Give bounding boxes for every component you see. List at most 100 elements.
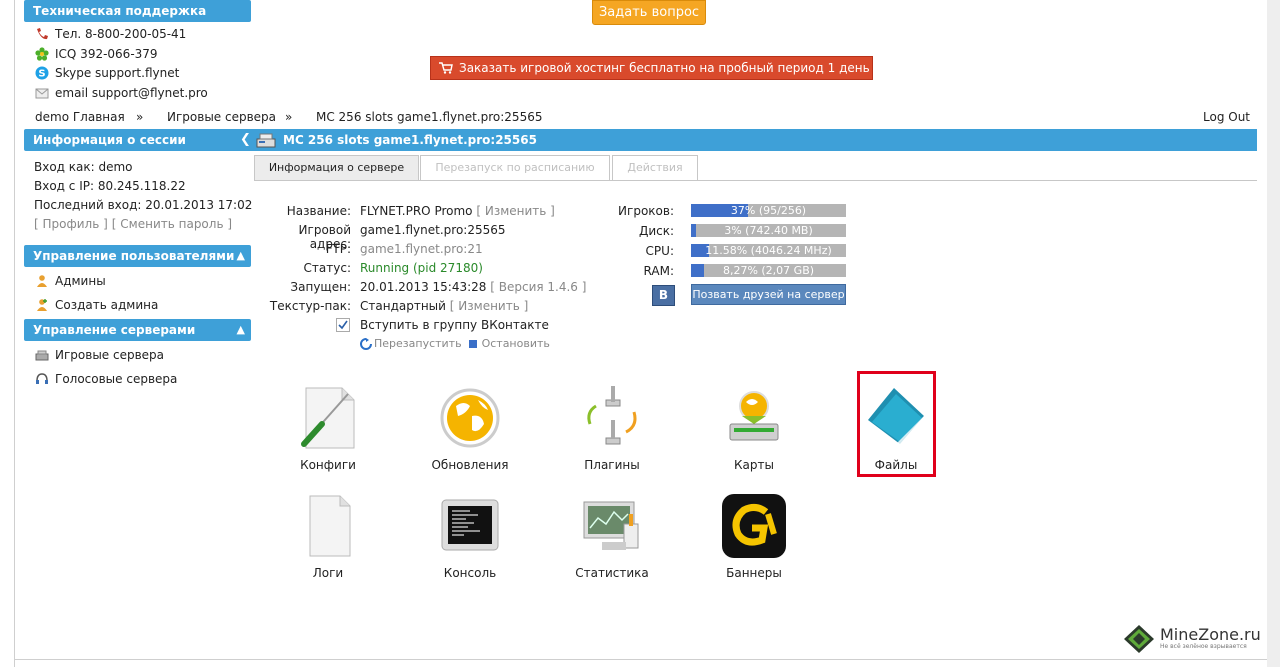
support-panel-title: Техническая поддержка (24, 0, 251, 22)
globe-icon (438, 386, 502, 450)
tab-server-info[interactable]: Информация о сервере (254, 155, 419, 180)
users-panel-title[interactable]: Управление пользователями ▲ (24, 245, 251, 267)
maps-label: Карты (734, 458, 774, 472)
plugins-icon (580, 386, 644, 450)
skype-icon: S (35, 66, 49, 80)
stop-icon (468, 339, 477, 348)
cpu-label: CPU: (645, 244, 674, 258)
ask-question-button[interactable]: Задать вопрос (592, 0, 706, 25)
scrollbar[interactable] (1267, 0, 1280, 667)
sidebar-item-create-admin[interactable]: Создать админа (35, 298, 158, 312)
svg-text:S: S (38, 69, 45, 80)
users-panel-title-text: Управление пользователями (33, 249, 235, 263)
server-name-value: FLYNET.PRO Promo (360, 204, 473, 218)
session-last-login: Последний вход: 20.01.2013 17:02 (34, 198, 253, 212)
disk-label: Диск: (638, 224, 674, 238)
cpu-progress-text: 11.58% (4046.24 MHz) (705, 244, 832, 257)
banners-logo-icon (722, 494, 786, 558)
console-tile[interactable]: Консоль (410, 494, 530, 580)
tab-scheduled-restart[interactable]: Перезапуск по расписанию (420, 155, 610, 180)
session-panel-title: Информация о сессии (24, 129, 251, 151)
plugins-tile[interactable]: Плагины (552, 386, 672, 472)
maps-tile[interactable]: Карты (694, 386, 814, 472)
change-password-link[interactable]: [ Сменить пароль ] (112, 217, 232, 231)
support-skype-text: Skype support.flynet (55, 66, 180, 80)
watermark-logo: MineZone.ru Не всё зелёное взрывается (1120, 621, 1270, 657)
players-label: Игроков: (618, 204, 674, 218)
edit-texture-link[interactable]: [ Изменить ] (450, 299, 529, 313)
version-link[interactable]: [ Версия 1.4.6 ] (490, 280, 586, 294)
ram-progress-text: 8,27% (2,07 GB) (722, 264, 815, 277)
chevron-up-icon[interactable]: ▲ (237, 319, 245, 341)
logs-document-icon (296, 494, 360, 558)
status-label: Статус: (303, 261, 351, 275)
updates-label: Обновления (431, 458, 509, 472)
chevron-up-icon[interactable]: ▲ (237, 245, 245, 267)
envelope-icon (35, 88, 49, 99)
disk-progress-bar: 3% (742.40 MB) (691, 224, 846, 237)
sidebar-item-label: Голосовые сервера (55, 372, 178, 386)
configs-label: Конфиги (300, 458, 356, 472)
support-email-text[interactable]: email support@flynet.pro (55, 86, 208, 100)
chevron-left-icon[interactable]: ❮ (240, 129, 251, 151)
sidebar-item-admins[interactable]: Админы (35, 274, 106, 288)
statistics-tile[interactable]: Статистика (552, 494, 672, 580)
updates-tile[interactable]: Обновления (410, 386, 530, 472)
sidebar-item-label: Админы (55, 274, 106, 288)
logs-tile[interactable]: Логи (268, 494, 388, 580)
servers-panel-title-text: Управление серверами (33, 323, 196, 337)
support-skype: S Skype support.flynet (35, 66, 179, 80)
support-email: email support@flynet.pro (35, 86, 208, 100)
session-title-text: Информация о сессии (33, 133, 186, 147)
started-time: 20.01.2013 15:43:28 (360, 280, 487, 294)
logs-label: Логи (312, 566, 344, 580)
server-icon (256, 133, 276, 148)
vk-join-label: Вступить в группу ВКонтакте (360, 318, 549, 332)
console-label: Консоль (443, 566, 497, 580)
server-name: FLYNET.PRO Promo [ Изменить ] (360, 204, 555, 218)
ftp-label: FTP: (325, 242, 351, 256)
vk-icon[interactable]: B (652, 285, 675, 306)
checkbox-checked-icon[interactable] (336, 318, 350, 332)
texture-label: Текстур-пак: (269, 299, 351, 313)
footer-line (14, 659, 1267, 660)
breadcrumb-game-servers[interactable]: Игровые сервера (167, 110, 276, 124)
breadcrumb-home[interactable]: demo Главная (35, 110, 125, 124)
name-label: Название: (286, 204, 351, 218)
user-icon (37, 275, 47, 287)
breadcrumb-current: MC 256 slots game1.flynet.pro:25565 (316, 110, 543, 124)
restart-button[interactable]: Перезапустить (360, 337, 462, 350)
texture-value: Стандартный [ Изменить ] (360, 299, 528, 313)
invite-friends-button[interactable]: Позвать друзей на сервер (691, 284, 846, 305)
tab-actions[interactable]: Действия (612, 155, 698, 180)
stop-button[interactable]: Остановить (468, 337, 550, 350)
profile-link[interactable]: [ Профиль ] (34, 217, 108, 231)
support-phone-text: Тел. 8-800-200-05-41 (55, 27, 187, 41)
phone-icon (37, 28, 48, 40)
support-phone: Тел. 8-800-200-05-41 (35, 27, 186, 41)
server-controls: Перезапустить Остановить (360, 337, 550, 350)
restart-icon (360, 337, 372, 350)
order-hosting-label: Заказать игровой хостинг бесплатно на пр… (459, 61, 870, 75)
breadcrumb-separator: » (285, 110, 293, 124)
banners-label: Баннеры (726, 566, 782, 580)
ram-progress-bar: 8,27% (2,07 GB) (691, 264, 846, 277)
watermark-subtitle: Не всё зелёное взрывается (1160, 643, 1247, 650)
maps-drive-icon (722, 386, 786, 450)
servers-panel-title[interactable]: Управление серверами ▲ (24, 319, 251, 341)
sidebar-item-game-servers[interactable]: Игровые сервера (35, 348, 164, 362)
edit-name-link[interactable]: [ Изменить ] (476, 204, 555, 218)
vk-join-checkbox-row[interactable]: Вступить в группу ВКонтакте (336, 318, 549, 332)
started-label: Запущен: (290, 280, 351, 294)
banners-tile[interactable]: Баннеры (694, 494, 814, 580)
configs-tile[interactable]: Конфиги (268, 386, 388, 472)
logout-link[interactable]: Log Out (1203, 110, 1250, 124)
sidebar-item-voice-servers[interactable]: Голосовые сервера (35, 372, 177, 386)
order-hosting-button[interactable]: Заказать игровой хостинг бесплатно на пр… (430, 56, 873, 80)
breadcrumb-separator: » (136, 110, 144, 124)
restart-label: Перезапустить (374, 337, 462, 350)
texture-name: Стандартный (360, 299, 446, 313)
files-highlight-box (857, 371, 936, 477)
players-progress-text: 37% (95/256) (730, 204, 807, 217)
started-value: 20.01.2013 15:43:28 [ Версия 1.4.6 ] (360, 280, 586, 294)
